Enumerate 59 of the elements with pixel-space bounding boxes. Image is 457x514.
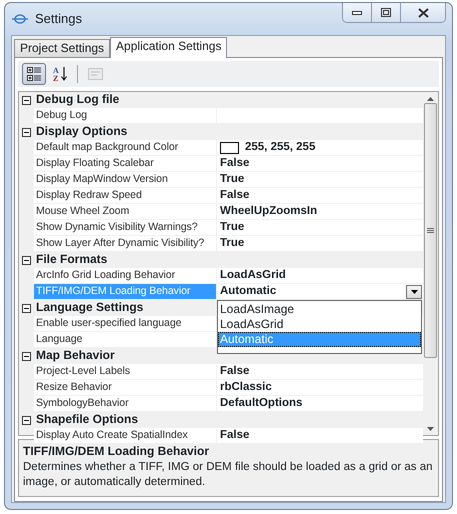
collapse-icon[interactable] xyxy=(22,256,31,264)
collapse-icon[interactable] xyxy=(22,128,31,136)
category-header: Display Options xyxy=(36,124,128,138)
caret-icon xyxy=(410,290,418,294)
dropdown-option[interactable]: LoadAsImage xyxy=(218,302,421,317)
categorized-list-icon xyxy=(26,66,42,82)
category-header: Debug Log file xyxy=(36,92,120,106)
minimize-button[interactable] xyxy=(343,3,372,22)
property-value[interactable]: False xyxy=(220,156,250,171)
property-name[interactable]: Display Floating Scalebar xyxy=(34,156,217,172)
property-name[interactable]: Display Redraw Speed xyxy=(34,188,217,204)
property-name[interactable]: ArcInfo Grid Loading Behavior xyxy=(34,268,217,284)
category-header: File Formats xyxy=(36,252,108,266)
restore-icon xyxy=(381,8,391,17)
property-name[interactable]: Display Auto Create SpatialIndex xyxy=(34,428,217,444)
sort-alphabetical-button[interactable]: A Z xyxy=(48,63,72,85)
category-header: Language Settings xyxy=(36,300,144,314)
property-value[interactable]: False xyxy=(220,188,250,203)
scrollbar-thumb[interactable] xyxy=(424,103,437,358)
minimize-icon xyxy=(352,10,362,14)
maximize-button[interactable] xyxy=(372,3,401,22)
dropdown-option[interactable]: LoadAsGrid xyxy=(218,317,421,332)
grip-icon xyxy=(427,228,434,234)
category-header: Map Behavior xyxy=(36,348,115,362)
property-value[interactable]: False xyxy=(220,364,250,379)
property-name[interactable]: Display MapWindow Version xyxy=(34,172,217,188)
collapse-icon[interactable] xyxy=(22,96,31,104)
property-value[interactable]: False xyxy=(220,428,250,443)
collapse-icon[interactable] xyxy=(22,416,31,424)
property-name[interactable]: Resize Behavior xyxy=(34,380,217,396)
property-name[interactable]: Mouse Wheel Zoom xyxy=(34,204,217,220)
property-name[interactable]: Project-Level Labels xyxy=(34,364,217,380)
scrollbar[interactable] xyxy=(423,92,438,435)
property-name[interactable]: SymbologyBehavior xyxy=(34,396,217,412)
property-name[interactable]: Show Layer After Dynamic Visibility? xyxy=(34,236,217,252)
property-value[interactable]: True xyxy=(220,236,244,251)
tab[interactable]: Application Settings xyxy=(110,37,228,58)
app-icon xyxy=(11,12,29,26)
close-button[interactable] xyxy=(401,3,445,22)
category-header: Shapefile Options xyxy=(36,412,138,426)
window-icon xyxy=(86,66,104,82)
property-name[interactable]: Default map Background Color xyxy=(34,140,217,156)
scroll-up-icon[interactable] xyxy=(427,97,434,101)
property-name[interactable]: Language xyxy=(34,332,217,348)
description-text: Determines whether a TIFF, IMG or DEM file should be loaded as a grid or as an image, or automatically determined. xyxy=(23,460,434,490)
categorized-view-button[interactable] xyxy=(22,63,46,85)
collapse-icon[interactable] xyxy=(22,304,31,312)
property-name[interactable]: Debug Log xyxy=(34,108,217,124)
property-value[interactable]: True xyxy=(220,172,244,187)
close-icon xyxy=(418,8,428,18)
dropdown-button[interactable] xyxy=(406,284,422,298)
window-title: Settings xyxy=(35,10,82,28)
property-name[interactable]: Show Dynamic Visibility Warnings? xyxy=(34,220,217,236)
collapse-icon[interactable] xyxy=(22,352,31,360)
description-title: TIFF/IMG/DEM Loading Behavior xyxy=(23,443,210,460)
scroll-down-icon[interactable] xyxy=(427,427,434,431)
property-name[interactable]: Enable user-specified language xyxy=(34,316,217,332)
tab[interactable]: Project Settings xyxy=(14,39,110,57)
property-value[interactable]: True xyxy=(220,220,244,235)
